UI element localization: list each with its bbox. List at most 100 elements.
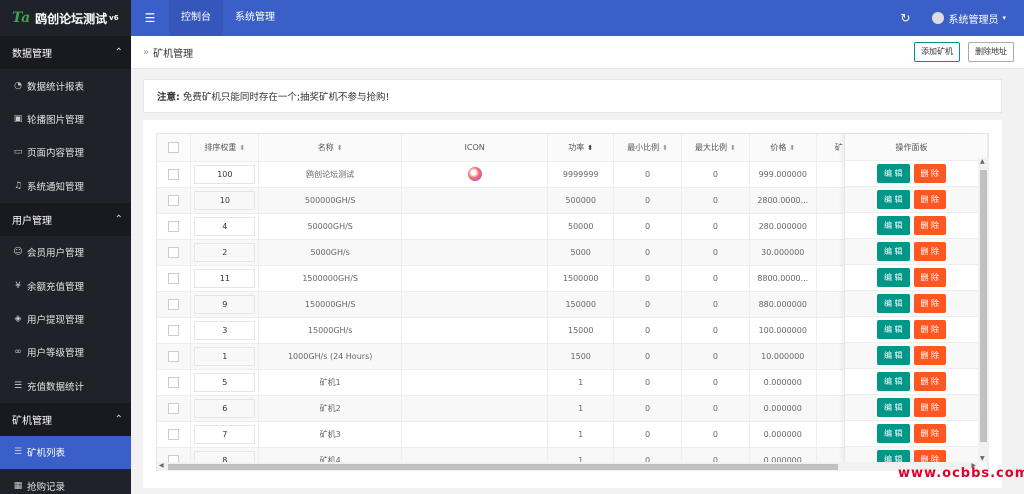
edit-button[interactable]: 编 辑 [876,268,910,287]
delete-button[interactable]: 删 除 [913,216,947,235]
edit-button[interactable]: 编 辑 [876,424,910,443]
select-all-cell[interactable] [157,134,192,162]
sort-cell[interactable]: 1 [190,343,260,370]
delete-button[interactable]: 删 除 [913,294,947,313]
scroll-up-icon[interactable]: ▲ [980,158,985,165]
row-checkbox[interactable] [168,272,180,284]
row-checkbox[interactable] [168,194,180,206]
edit-button[interactable]: 编 辑 [876,164,910,183]
sort-weight-input[interactable]: 7 [194,424,256,444]
sidebar-item[interactable]: ∞ 用户等级管理 [0,336,131,369]
tab-console[interactable]: 控制台 [169,0,223,36]
chevron-down-icon[interactable]: ▾ [1002,14,1006,22]
scroll-down-icon[interactable]: ▼ [980,455,985,462]
row-checkbox[interactable] [168,168,180,180]
col-price[interactable]: 价格 ⬍ [749,134,817,162]
row-select-cell[interactable] [157,265,192,292]
sort-cell[interactable]: 3 [190,317,260,344]
avatar[interactable] [932,12,945,24]
sort-weight-input[interactable]: 1 [194,346,256,366]
vertical-scrollbar[interactable]: ▲ ▼ [978,158,989,462]
delete-button[interactable]: 删 除 [913,268,947,287]
sort-icon[interactable]: ⬍ [337,144,343,152]
col-min-ratio[interactable]: 最小比例 ⬍ [613,134,682,162]
sort-weight-input[interactable]: 11 [194,268,256,288]
sidebar-item[interactable]: ☰ 充值数据统计 [0,369,131,402]
sidebar-item[interactable]: ◈ 用户提现管理 [0,302,131,335]
sidebar-item[interactable]: ▭ 页面内容管理 [0,136,131,169]
sidebar-group-0[interactable]: 数据管理 ⌃ [0,36,131,69]
menu-toggle-icon[interactable]: ☰ [131,11,169,25]
edit-button[interactable]: 编 辑 [876,216,910,235]
edit-button[interactable]: 编 辑 [876,450,910,462]
select-all-checkbox[interactable] [168,141,180,153]
sidebar-item[interactable]: ▣ 轮播图片管理 [0,102,131,135]
sort-icon[interactable]: ⬍ [789,144,795,152]
sort-cell[interactable]: 9 [190,291,260,318]
edit-button[interactable]: 编 辑 [876,372,910,391]
sidebar-item[interactable]: ♫ 系统通知管理 [0,169,131,202]
row-select-cell[interactable] [157,291,192,318]
delete-button[interactable]: 删 除 [913,424,947,443]
sidebar-group-2[interactable]: 矿机管理 ⌃ [0,402,131,436]
edit-button[interactable]: 编 辑 [876,294,910,313]
sort-weight-input[interactable]: 3 [194,320,256,340]
logo[interactable]: Ta 鸥创论坛测试 v6 [0,0,131,36]
row-checkbox[interactable] [168,246,180,258]
delete-button[interactable]: 删 除 [913,346,947,365]
edit-button[interactable]: 编 辑 [876,320,910,339]
delete-button[interactable]: 删 除 [913,164,947,183]
sort-cell[interactable]: 7 [190,421,260,448]
delete-button[interactable]: 删 除 [913,372,947,391]
sort-weight-input[interactable]: 2 [194,242,256,262]
sidebar-group-1[interactable]: 用户管理 ⌃ [0,202,131,236]
edit-button[interactable]: 编 辑 [876,398,910,417]
sort-weight-input[interactable]: 10 [194,190,256,210]
row-checkbox[interactable] [168,324,180,336]
row-select-cell[interactable] [157,369,192,396]
sort-weight-input[interactable]: 100 [194,164,256,184]
delete-button[interactable]: 删 除 [913,190,947,209]
row-select-cell[interactable] [157,317,192,344]
sort-weight-input[interactable]: 5 [194,372,256,392]
sidebar-item[interactable]: ◔ 数据统计报表 [0,69,131,102]
sort-cell[interactable]: 2 [190,239,260,266]
edit-button[interactable]: 编 辑 [876,346,910,365]
row-checkbox[interactable] [168,402,180,414]
row-select-cell[interactable] [157,343,192,370]
row-checkbox[interactable] [168,350,180,362]
scroll-left-icon[interactable]: ◀ [159,462,164,469]
sort-cell[interactable]: 100 [190,161,260,188]
row-checkbox[interactable] [168,428,180,440]
sidebar-item[interactable]: ¥ 余额充值管理 [0,269,131,302]
delete-button[interactable]: 删 除 [913,320,947,339]
row-select-cell[interactable] [157,239,192,266]
scrollbar-thumb[interactable] [168,464,838,470]
delete-button[interactable]: 删 除 [913,398,947,417]
edit-button[interactable]: 编 辑 [876,242,910,261]
sort-desc-icon[interactable]: ⬍ [587,144,593,152]
sort-icon[interactable]: ⬍ [239,144,245,152]
delete-button[interactable]: 删 除 [913,242,947,261]
edit-button[interactable]: 编 辑 [876,190,910,209]
delete-button[interactable]: 删 除 [913,450,947,462]
col-name[interactable]: 名称 ⬍ [258,134,402,162]
refresh-icon[interactable]: ↻ [900,11,910,25]
row-checkbox[interactable] [168,376,180,388]
sort-cell[interactable]: 11 [190,265,260,292]
col-max-ratio[interactable]: 最大比例 ⬍ [681,134,750,162]
sort-weight-input[interactable]: 6 [194,398,256,418]
add-miner-button[interactable]: 添加矿机 [914,42,960,62]
sort-icon[interactable]: ⬍ [730,144,736,152]
col-power[interactable]: 功率 ⬍ [547,134,615,162]
sidebar-item[interactable]: ☰ 矿机列表 [0,435,131,469]
col-sort[interactable]: 排序权重 ⬍ [190,134,260,162]
tab-system[interactable]: 系统管理 [223,0,287,36]
sort-cell[interactable]: 10 [190,187,260,214]
scrollbar-thumb[interactable] [980,170,987,442]
sort-weight-input[interactable]: 4 [194,216,256,236]
sort-cell[interactable]: 5 [190,369,260,396]
row-select-cell[interactable] [157,161,192,188]
sort-cell[interactable]: 6 [190,395,260,422]
delete-address-button[interactable]: 删除地址 [968,42,1014,62]
